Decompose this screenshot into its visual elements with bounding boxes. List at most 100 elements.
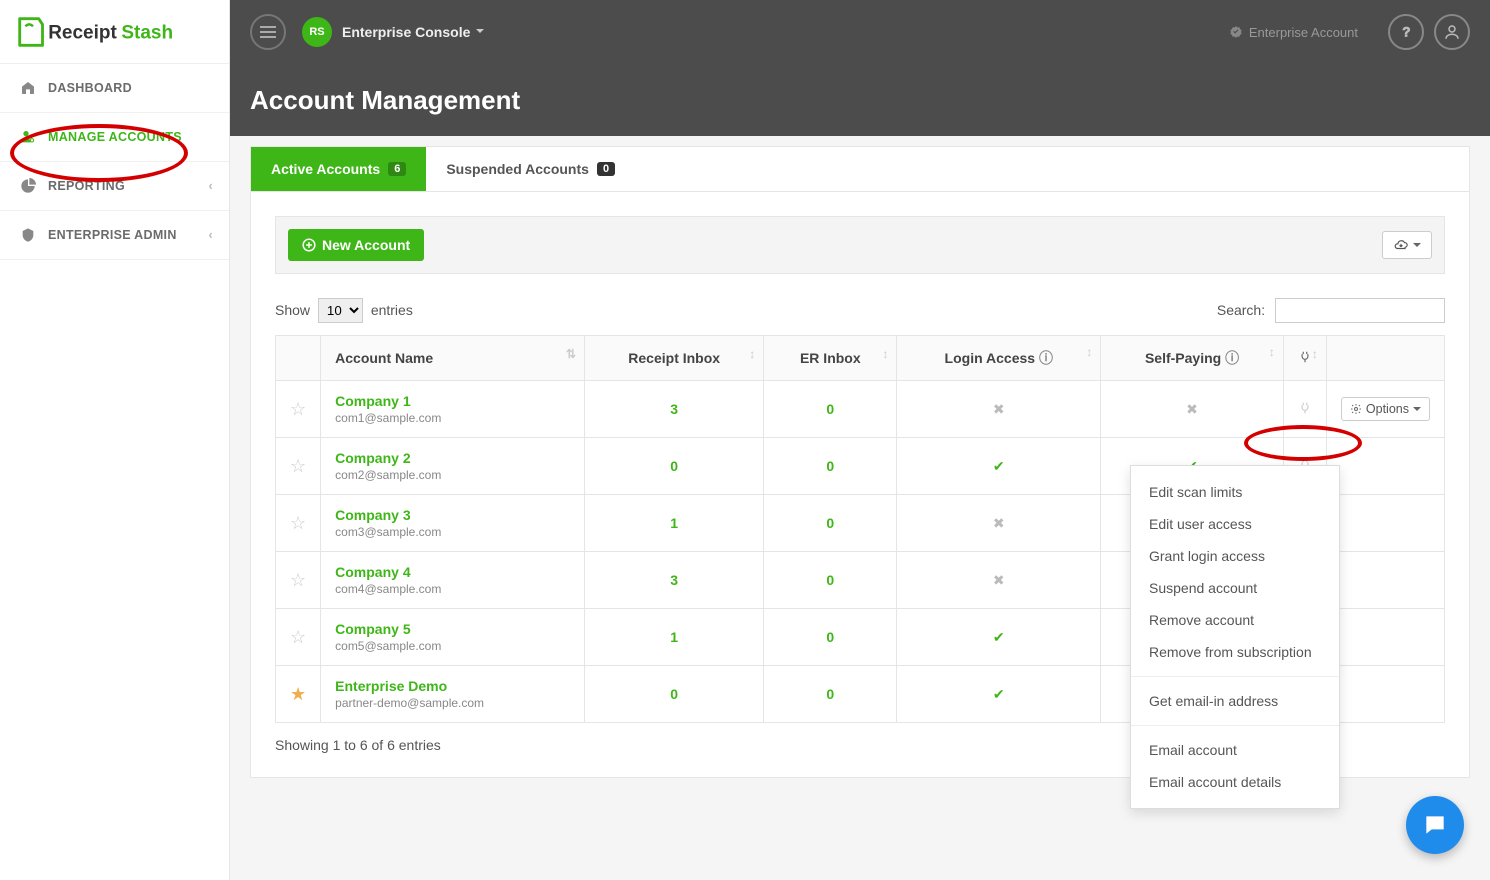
dropdown-item-email-account-details[interactable]: Email account details [1131,766,1339,798]
account-name-link[interactable]: Company 1 [335,393,570,409]
cell-login-access: ✔ [897,666,1101,723]
col-account-name[interactable]: Account Name⇅ [321,336,585,381]
favorite-star[interactable]: ☆ [276,609,321,666]
cell-options: Options [1326,381,1444,438]
cell-account: Company 3 com3@sample.com [321,495,585,552]
dropdown-item-email-account[interactable]: Email account [1131,734,1339,766]
account-name-link[interactable]: Company 5 [335,621,570,637]
tab-label: Suspended Accounts [446,161,589,177]
chat-button[interactable] [1406,796,1464,854]
er-count-link[interactable]: 0 [826,401,834,417]
cell-receipt-inbox: 0 [585,666,764,723]
er-count-link[interactable]: 0 [826,458,834,474]
sidebar-item-enterprise-admin[interactable]: ENTERPRISE ADMIN‹ [0,211,229,260]
hamburger-menu-button[interactable] [250,14,286,50]
chat-icon [1422,812,1448,838]
sidebar-item-reporting[interactable]: REPORTING ‹ [0,162,229,211]
export-button[interactable] [1382,231,1432,259]
cell-login-access: ✔ [897,609,1101,666]
receipt-count-link[interactable]: 0 [670,458,678,474]
dropdown-item-get-email-in-address[interactable]: Get email-in address [1131,685,1339,717]
dropdown-item-remove-from-subscription[interactable]: Remove from subscription [1131,636,1339,668]
table-controls: Show 10 entries Search: [275,298,1445,323]
cell-er-inbox: 0 [764,438,897,495]
cell-receipt-inbox: 3 [585,381,764,438]
account-name-link[interactable]: Company 3 [335,507,570,523]
page-length-select[interactable]: 10 [318,298,363,323]
options-button[interactable]: Options [1341,397,1430,421]
account-name-link[interactable]: Company 4 [335,564,570,580]
svg-text:?: ? [1402,25,1410,40]
nav-icon [20,227,36,243]
console-dropdown[interactable]: Enterprise Console [342,24,484,40]
options-dropdown: Edit scan limitsEdit user accessGrant lo… [1130,465,1340,809]
favorite-star[interactable]: ☆ [276,438,321,495]
favorite-star[interactable]: ☆ [276,381,321,438]
nav-label: ENTERPRISE ADMIN [48,228,177,242]
cell-plug [1283,381,1326,438]
cell-options [1326,438,1444,495]
account-name-link[interactable]: Company 2 [335,450,570,466]
cell-options [1326,552,1444,609]
dropdown-item-remove-account[interactable]: Remove account [1131,604,1339,636]
er-count-link[interactable]: 0 [826,572,834,588]
tabs: Active Accounts 6 Suspended Accounts 0 [251,147,1469,192]
new-account-button[interactable]: New Account [288,229,424,261]
plug-icon [1298,350,1312,364]
receipt-count-link[interactable]: 1 [670,629,678,645]
receipt-count-link[interactable]: 0 [670,686,678,702]
account-name-link[interactable]: Enterprise Demo [335,678,570,694]
er-count-link[interactable]: 0 [826,686,834,702]
favorite-star[interactable]: ★ [276,666,321,723]
tab-count-badge: 0 [597,162,615,176]
col-login-access[interactable]: Login Access ⓘ↕ [897,336,1101,381]
dropdown-divider [1131,725,1339,726]
sidebar-item-dashboard[interactable]: DASHBOARD [0,64,229,113]
er-count-link[interactable]: 0 [826,629,834,645]
caret-down-icon [1413,243,1421,251]
dropdown-divider [1131,676,1339,677]
svg-text:Stash: Stash [121,22,173,43]
account-email: com4@sample.com [335,582,570,596]
cell-er-inbox: 0 [764,552,897,609]
cell-options [1326,609,1444,666]
dropdown-item-suspend-account[interactable]: Suspend account [1131,572,1339,604]
cell-receipt-inbox: 1 [585,609,764,666]
dropdown-item-edit-user-access[interactable]: Edit user access [1131,508,1339,540]
nav-label: MANAGE ACCOUNTS [48,130,182,144]
cell-login-access: ✔ [897,438,1101,495]
dropdown-item-grant-login-access[interactable]: Grant login access [1131,540,1339,572]
col-receipt-inbox[interactable]: Receipt Inbox↕ [585,336,764,381]
cell-er-inbox: 0 [764,666,897,723]
col-self-paying[interactable]: Self-Paying ⓘ↕ [1101,336,1284,381]
table-row: ☆Company 1com1@sample.com30✖✖ Options [276,381,1445,438]
receipt-count-link[interactable]: 1 [670,515,678,531]
receipt-count-link[interactable]: 3 [670,401,678,417]
page-title: Account Management [250,85,520,116]
help-button[interactable]: ? [1388,14,1424,50]
tab-suspended-accounts[interactable]: Suspended Accounts 0 [426,147,635,191]
sidebar-item-manage-accounts[interactable]: MANAGE ACCOUNTS [0,113,229,162]
sidebar: ReceiptStash DASHBOARDMANAGE ACCOUNTSREP… [0,0,230,880]
user-icon [1443,23,1461,41]
er-count-link[interactable]: 0 [826,515,834,531]
cell-receipt-inbox: 1 [585,495,764,552]
search-input[interactable] [1275,298,1445,323]
user-button[interactable] [1434,14,1470,50]
account-email: com3@sample.com [335,525,570,539]
nav-icon [20,80,36,96]
cell-account: Company 4 com4@sample.com [321,552,585,609]
toolbar: New Account [275,216,1445,274]
favorite-star[interactable]: ☆ [276,495,321,552]
chevron-left-icon: ‹ [209,179,213,193]
col-er-inbox[interactable]: ER Inbox↕ [764,336,897,381]
col-integration[interactable]: ↕ [1283,336,1326,381]
cell-account: Company 2com2@sample.com [321,438,585,495]
tab-active-accounts[interactable]: Active Accounts 6 [251,147,426,191]
receipt-count-link[interactable]: 3 [670,572,678,588]
favorite-star[interactable]: ☆ [276,552,321,609]
nav-label: REPORTING [48,179,125,193]
show-label: Show [275,302,310,318]
account-email: com1@sample.com [335,411,570,425]
dropdown-item-edit-scan-limits[interactable]: Edit scan limits [1131,476,1339,508]
